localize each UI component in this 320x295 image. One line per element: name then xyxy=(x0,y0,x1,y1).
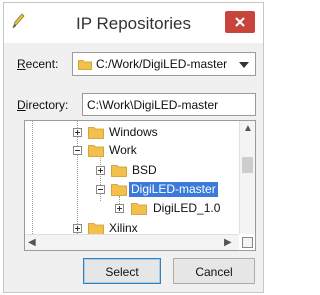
folder-icon xyxy=(111,165,127,177)
scroll-up-icon[interactable]: ▲ xyxy=(243,124,253,134)
expand-icon[interactable] xyxy=(73,224,82,233)
tree-item-label: BSD xyxy=(132,163,157,177)
cancel-button[interactable]: Cancel xyxy=(173,258,255,284)
directory-label: Directory: xyxy=(17,98,69,112)
folder-tree[interactable]: Windows Work BSD DigiLED-master DigiLED_… xyxy=(24,120,256,251)
resize-corner xyxy=(242,237,253,248)
tree-item-digiled-master[interactable]: DigiLED-master xyxy=(25,182,239,198)
scroll-right-icon[interactable]: ▶ xyxy=(224,238,232,248)
folder-icon xyxy=(88,127,104,139)
recent-label: Recent: xyxy=(17,57,59,71)
tree-item-bsd[interactable]: BSD xyxy=(25,163,239,179)
ip-repositories-dialog: IP Repositories Recent: C:/Work/DigiLED-… xyxy=(3,2,264,293)
tree-item-digiled-1-0[interactable]: DigiLED_1.0 xyxy=(25,201,239,217)
recent-value: C:/Work/DigiLED-master xyxy=(96,57,228,71)
collapse-icon[interactable] xyxy=(73,146,82,155)
expand-icon[interactable] xyxy=(115,204,124,213)
tree-item-label: Windows xyxy=(109,125,158,139)
directory-input[interactable] xyxy=(82,93,256,116)
vertical-scrollbar[interactable]: ▲ xyxy=(239,121,255,234)
tree-item-work[interactable]: Work xyxy=(25,143,239,159)
tree-item-label-selected: DigiLED-master xyxy=(129,182,218,197)
tree-item-label: DigiLED_1.0 xyxy=(153,201,221,215)
expand-icon[interactable] xyxy=(96,166,105,175)
tree-item-label: Work xyxy=(109,143,137,157)
horizontal-scrollbar[interactable]: ◀ ▶ xyxy=(25,234,239,250)
title-bar: IP Repositories xyxy=(4,3,263,43)
folder-icon xyxy=(78,60,92,70)
folder-icon xyxy=(131,203,147,215)
scrollbar-thumb[interactable] xyxy=(242,157,253,173)
close-button[interactable] xyxy=(225,11,255,33)
chevron-down-icon xyxy=(239,62,249,68)
scroll-left-icon[interactable]: ◀ xyxy=(28,238,36,248)
expand-icon[interactable] xyxy=(73,128,82,137)
close-icon xyxy=(235,17,245,27)
folder-open-icon xyxy=(88,145,104,157)
tree-item-windows[interactable]: Windows xyxy=(25,125,239,141)
select-button[interactable]: Select xyxy=(83,258,161,284)
collapse-icon[interactable] xyxy=(96,185,105,194)
recent-dropdown[interactable]: C:/Work/DigiLED-master xyxy=(72,52,256,76)
folder-open-icon xyxy=(111,184,127,196)
